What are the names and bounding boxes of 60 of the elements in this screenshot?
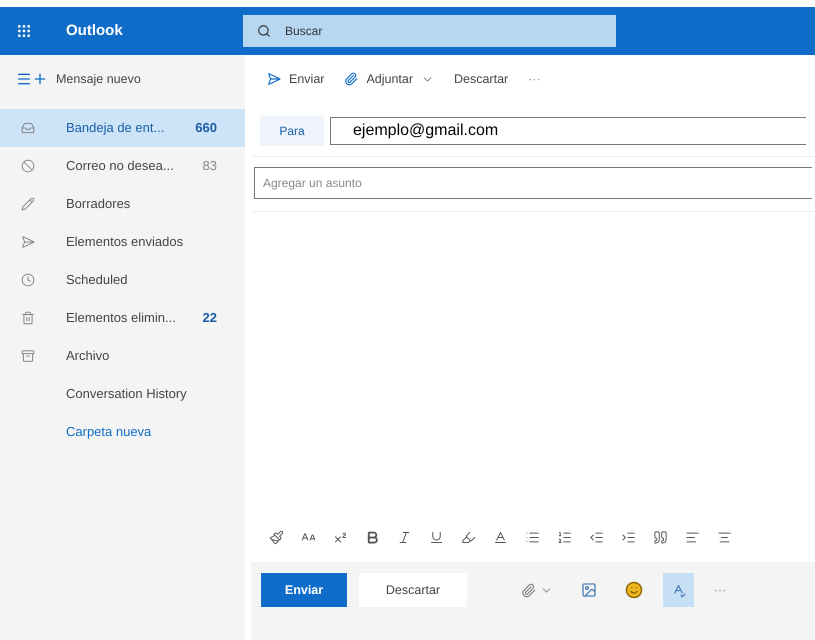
folder-label: Archivo <box>66 347 110 366</box>
folder-label: Elementos enviados <box>66 233 184 252</box>
folder-item[interactable]: Conversation History <box>0 375 245 413</box>
folder-label: Bandeja de ent... <box>66 119 166 138</box>
send-icon <box>267 72 281 86</box>
folder-label: Carpeta nueva <box>66 423 152 442</box>
discard-button[interactable]: Descartar <box>359 573 467 607</box>
unread-count: 22 <box>202 309 217 328</box>
blocked-icon <box>21 159 35 173</box>
trash-icon <box>21 311 35 325</box>
send-icon <box>21 235 35 249</box>
folder-label: Scheduled <box>66 271 128 290</box>
to-button[interactable]: Para <box>260 116 324 146</box>
outdent-icon[interactable] <box>589 530 604 544</box>
spelling-icon[interactable] <box>663 573 694 607</box>
folder-item[interactable]: Archivo <box>0 337 245 375</box>
archive-icon <box>21 349 35 363</box>
attach-button[interactable]: Adjuntar <box>344 70 434 88</box>
folder-label: Elementos elimin... <box>66 309 177 328</box>
folder-item[interactable]: Correo no desea... 83 <box>0 147 245 185</box>
search-icon <box>257 24 271 38</box>
send-button[interactable]: Enviar <box>267 70 324 88</box>
highlighter-icon[interactable] <box>461 530 476 544</box>
folder-item[interactable]: Carpeta nueva <box>0 413 245 451</box>
paintbrush-icon[interactable] <box>269 530 284 544</box>
more-button[interactable]: ··· <box>528 70 541 88</box>
clock-icon <box>21 273 35 287</box>
paperclip-icon <box>344 72 358 86</box>
subject-field[interactable]: Agregar un asunto <box>254 167 812 199</box>
folder-label: Correo no desea... <box>66 157 175 176</box>
inbox-icon <box>21 121 35 135</box>
app-name: Outlook <box>66 20 124 41</box>
folder-item[interactable]: Bandeja de ent... 660 <box>0 109 245 147</box>
unread-count: 660 <box>195 119 217 138</box>
folder-item[interactable]: Borradores <box>0 185 245 223</box>
bold-icon[interactable] <box>365 530 380 544</box>
align-center-icon[interactable] <box>717 530 732 544</box>
new-message-button[interactable]: Mensaje nuevo <box>32 70 141 88</box>
unread-count: 83 <box>202 157 217 176</box>
folder-item[interactable]: Scheduled <box>0 261 245 299</box>
folder-label: Conversation History <box>66 385 188 404</box>
superscript-icon[interactable] <box>333 530 348 544</box>
italic-icon[interactable] <box>397 530 412 544</box>
numbered-list-icon[interactable] <box>557 530 572 544</box>
indent-icon[interactable] <box>621 530 636 544</box>
to-field[interactable]: ejemplo@gmail.com <box>330 117 806 145</box>
send-button[interactable]: Enviar <box>261 573 347 607</box>
discard-button[interactable]: Descartar <box>454 70 508 88</box>
pencil-icon <box>21 197 35 211</box>
quote-icon[interactable] <box>653 530 668 544</box>
font-color-icon[interactable] <box>493 530 508 544</box>
folder-item[interactable]: Elementos enviados <box>0 223 245 261</box>
search-field[interactable]: Buscar <box>243 15 616 47</box>
underline-icon[interactable] <box>429 530 444 544</box>
folder-item[interactable]: Elementos elimin... 22 <box>0 299 245 337</box>
paperclip-icon <box>521 582 536 598</box>
align-left-icon[interactable] <box>685 530 700 544</box>
folder-label: Borradores <box>66 195 132 214</box>
plus-icon <box>32 71 48 87</box>
bulleted-list-icon[interactable] <box>525 530 540 544</box>
